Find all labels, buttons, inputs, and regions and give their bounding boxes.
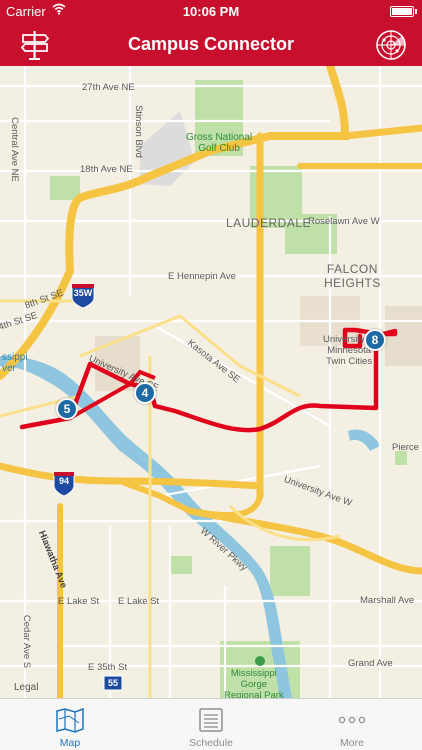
- street-label: E Lake St: [118, 596, 160, 607]
- stop-marker-5[interactable]: 5: [56, 398, 78, 420]
- radar-icon[interactable]: [374, 28, 408, 62]
- page-title: Campus Connector: [127, 34, 295, 54]
- tab-label: Map: [59, 737, 81, 749]
- neighborhood-label: LAUDERDALE: [226, 216, 312, 230]
- stop-marker-4[interactable]: 4: [134, 382, 156, 404]
- tab-schedule[interactable]: Schedule: [141, 699, 281, 750]
- nav-bar: Campus Connector: [0, 24, 422, 66]
- street-label: Central Ave NE: [8, 117, 20, 182]
- battery-icon: [390, 6, 414, 17]
- battery-tip: [415, 9, 417, 14]
- street-label: 27th Ave NE: [82, 82, 135, 93]
- street-label: Stinson Blvd: [132, 105, 144, 158]
- street-label: Marshall Ave: [360, 595, 415, 606]
- stop-marker-8[interactable]: 8: [364, 329, 386, 351]
- map-icon: [55, 707, 85, 738]
- park-area: [395, 451, 407, 465]
- park-label: Mississippi Gorge Regional Park: [224, 668, 284, 698]
- park-area: [50, 176, 80, 200]
- i94-shield-label: 94: [58, 476, 69, 486]
- park-label: Gross National Golf Club: [186, 132, 253, 154]
- street-label: E 35th St: [88, 662, 128, 673]
- street-label: Cedar Ave S: [21, 614, 33, 669]
- lake: [348, 429, 380, 451]
- park-area: [170, 556, 192, 574]
- status-bar: Carrier 10:06 PM: [0, 0, 422, 24]
- map-view[interactable]: 27th Ave NE 18th Ave NE Central Ave NE S…: [0, 66, 422, 698]
- tab-bar: Map Schedule More: [0, 698, 422, 750]
- street-label: Grand Ave: [348, 658, 393, 669]
- street-label: Roselawn Ave W: [308, 216, 380, 227]
- tab-more[interactable]: More: [282, 699, 422, 750]
- tab-label: Schedule: [189, 737, 233, 749]
- schedule-icon: [198, 707, 224, 738]
- neighborhood-label: FALCON HEIGHTS: [324, 262, 381, 290]
- street-label: Pierce: [392, 442, 419, 453]
- clock: 10:06 PM: [182, 4, 240, 19]
- more-icon: [337, 707, 367, 738]
- park-area: [270, 546, 310, 596]
- street-label: E Lake St: [58, 596, 100, 607]
- tab-map[interactable]: Map: [0, 699, 140, 750]
- street-label: 18th Ave NE: [80, 164, 133, 175]
- tab-label: More: [340, 737, 364, 749]
- park-marker-icon: [255, 656, 265, 666]
- map-legal-link[interactable]: Legal: [14, 682, 38, 693]
- r55-shield-label: 55: [107, 678, 118, 688]
- river-label: ssippi ver: [2, 352, 28, 374]
- i35w-shield-label: 35W: [73, 288, 93, 298]
- street-label: E Hennepin Ave: [168, 271, 236, 282]
